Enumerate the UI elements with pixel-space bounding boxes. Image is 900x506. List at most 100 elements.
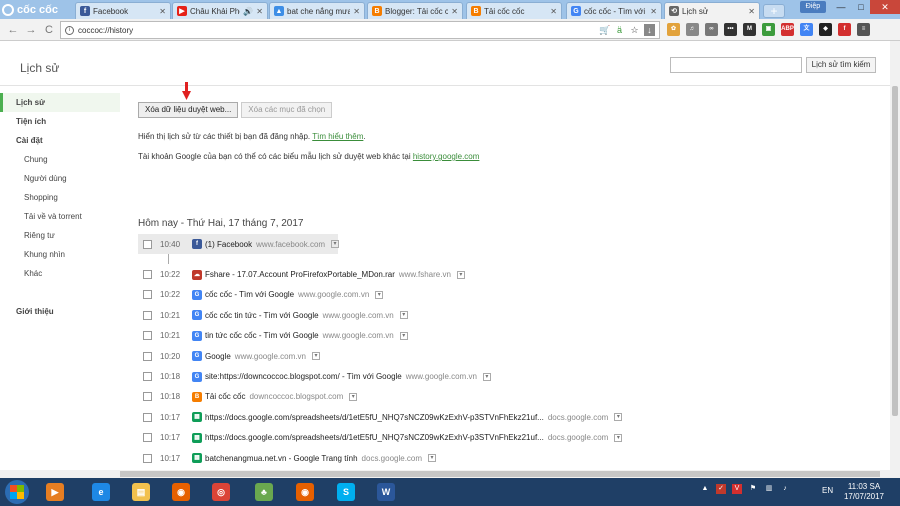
entry-menu-button[interactable]: ▾ — [482, 372, 491, 381]
new-tab-button[interactable]: + — [763, 4, 785, 18]
entry-checkbox[interactable] — [143, 239, 152, 249]
entry-menu-button[interactable]: ▾ — [399, 311, 408, 320]
word-app-icon[interactable]: W — [371, 480, 401, 504]
green-box-extension-icon[interactable]: ▣ — [762, 23, 775, 36]
media-player-app-icon[interactable]: ▶ — [40, 480, 70, 504]
reload-button[interactable]: C — [42, 23, 56, 37]
entry-title-link[interactable]: (1) Facebook — [205, 240, 252, 249]
history-entry[interactable]: 10:22 ☁ Fshare - 17.07.Account ProFirefoxP… — [138, 264, 878, 284]
tray-network-icon[interactable]: ▥ — [764, 484, 774, 494]
download-icon[interactable]: ↓ — [644, 24, 655, 36]
entry-checkbox[interactable] — [143, 453, 152, 463]
remove-selected-button[interactable]: Xóa các mục đã chọn — [241, 102, 333, 118]
coccoc-logo[interactable]: cốc cốc — [2, 2, 68, 17]
shopping-cart-icon[interactable]: 🛒 — [599, 24, 610, 36]
history-search-input[interactable] — [670, 57, 802, 73]
maximize-button[interactable]: □ — [850, 0, 872, 14]
sidebar-item-history[interactable]: Lịch sử — [0, 93, 120, 112]
tab-0[interactable]: f Facebook ✕ — [75, 2, 171, 19]
translate-icon[interactable]: ä — [614, 24, 625, 36]
entry-title-link[interactable]: site:https://downcoccoc.blogspot.com/ - … — [205, 372, 402, 381]
history-entry[interactable]: 10:17 ▦ https://docs.google.com/spreadshee… — [138, 428, 878, 448]
history-entry[interactable]: 10:21 Gcốc cốc tin tức - Tìm với Google ww… — [138, 305, 878, 325]
menu-extension-icon[interactable]: ≡ — [857, 23, 870, 36]
tray-flag-icon[interactable]: ⚑ — [748, 484, 758, 494]
entry-menu-button[interactable]: ▾ — [375, 290, 384, 299]
dots-extension-icon[interactable]: ••• — [724, 23, 737, 36]
minimize-button[interactable]: — — [830, 0, 852, 14]
entry-checkbox[interactable] — [143, 433, 152, 443]
vertical-scrollbar[interactable] — [890, 41, 900, 470]
tray-shield-icon[interactable]: ✓ — [716, 484, 726, 494]
facebook-extension-icon[interactable]: f — [838, 23, 851, 36]
tab-close-icon[interactable]: ✕ — [451, 7, 458, 16]
entry-title-link[interactable]: Google — [205, 352, 231, 361]
forward-button[interactable]: → — [24, 23, 38, 37]
entry-menu-button[interactable]: ▾ — [614, 433, 623, 442]
entry-menu-button[interactable]: ▾ — [456, 270, 465, 279]
tab-close-icon[interactable]: ✕ — [550, 7, 557, 16]
tab-close-icon[interactable]: ✕ — [256, 7, 263, 16]
skype-app-icon[interactable]: S — [331, 480, 361, 504]
user-profile-button[interactable]: Điệp — [800, 1, 826, 13]
page-info-icon[interactable]: i — [65, 25, 74, 35]
entry-checkbox[interactable] — [143, 331, 152, 341]
entry-title-link[interactable]: Fshare - 17.07.Account ProFirefoxPortabl… — [205, 270, 395, 279]
tab-close-icon[interactable]: ✕ — [159, 7, 166, 16]
history-entry[interactable]: 10:21 Gtin tức cốc cốc - Tìm với Google ww… — [138, 326, 878, 346]
entry-title-link[interactable]: cốc cốc - Tìm với Google — [205, 290, 294, 299]
sidebar-item-privacy[interactable]: Riêng tư — [0, 226, 120, 245]
sidebar-item-view[interactable]: Khung nhìn — [0, 245, 120, 264]
entry-menu-button[interactable]: ▾ — [399, 331, 408, 340]
entry-menu-button[interactable]: ▾ — [349, 392, 358, 401]
entry-menu-button[interactable]: ▾ — [331, 240, 340, 249]
history-entry[interactable]: 10:17 ▦ https://docs.google.com/spreadshee… — [138, 407, 878, 427]
history-entry[interactable]: 10:40 f (1) Facebook www.facebook.com ▾ — [138, 234, 340, 255]
firefox-app-icon[interactable]: ◉ — [166, 480, 196, 504]
sidebar-item-other[interactable]: Khác — [0, 264, 120, 283]
diamond-extension-icon[interactable]: ◆ — [819, 23, 832, 36]
language-indicator[interactable]: EN — [822, 486, 833, 495]
address-bar[interactable]: i coccoc://history 🛒 ä ☆ ↓ — [60, 21, 660, 39]
bell-extension-icon[interactable]: ♬ — [686, 23, 699, 36]
sidebar-item-users[interactable]: Người dùng — [0, 169, 120, 188]
tab-2[interactable]: ▲ bat che nắng mưa ✕ — [269, 2, 365, 19]
explorer-app-icon[interactable]: ▤ — [126, 480, 156, 504]
link-extension-icon[interactable]: ∞ — [705, 23, 718, 36]
gear-extension-icon[interactable]: ✿ — [667, 23, 680, 36]
entry-title-link[interactable]: cốc cốc tin tức - Tìm với Google — [205, 311, 319, 320]
entry-menu-button[interactable]: ▾ — [614, 413, 623, 422]
history-google-link[interactable]: history.google.com — [413, 152, 480, 161]
tab-close-icon[interactable]: ✕ — [353, 7, 360, 16]
back-button[interactable]: ← — [6, 23, 20, 37]
bookmark-star-icon[interactable]: ☆ — [629, 24, 640, 36]
history-entry[interactable]: 10:20 G Google www.google.com.vn ▾ — [138, 346, 878, 366]
entry-title-link[interactable]: https://docs.google.com/spreadsheets/d/1… — [205, 433, 544, 442]
entry-checkbox[interactable] — [143, 412, 152, 422]
entry-checkbox[interactable] — [143, 372, 152, 382]
entry-title-link[interactable]: batchenangmua.net.vn - Google Trang tính — [205, 454, 358, 463]
history-search-button[interactable]: Lịch sử tìm kiếm — [806, 57, 876, 73]
audio-icon[interactable]: 🔊 — [243, 7, 253, 16]
tray-arrow-icon[interactable]: ▲ — [700, 484, 710, 494]
entry-menu-button[interactable]: ▾ — [428, 454, 437, 463]
tab-5[interactable]: Gcốc cốc - Tìm với ✕ — [566, 2, 662, 19]
coccoc-app-icon[interactable]: ♣ — [249, 480, 279, 504]
tab-4[interactable]: B Tải cốc cốc ✕ — [466, 2, 562, 19]
tab-close-icon[interactable]: ✕ — [748, 7, 755, 16]
abp-extension-icon[interactable]: ABP — [781, 23, 794, 36]
entry-checkbox[interactable] — [143, 351, 152, 361]
entry-title-link[interactable]: Tải cốc cốc — [205, 392, 245, 401]
tab-1[interactable]: ▶Châu Khải Phong🔊✕ — [172, 2, 268, 19]
sidebar-item-shopping[interactable]: Shopping — [0, 188, 120, 207]
entry-checkbox[interactable] — [143, 392, 152, 402]
windows-start-button[interactable] — [5, 480, 29, 504]
history-entry[interactable]: 10:22 Gcốc cốc - Tìm với Google www.google… — [138, 285, 878, 305]
chrome-app-icon[interactable]: ◎ — [206, 480, 236, 504]
history-entry[interactable]: 10:18 B Tải cốc cốc downcoccoc.blogspot.com… — [138, 387, 878, 407]
ie-app-icon[interactable]: e — [86, 480, 116, 504]
taskbar-clock[interactable]: 11:03 SA 17/07/2017 — [840, 482, 888, 502]
tab-close-icon[interactable]: ✕ — [650, 7, 657, 16]
firefox2-app-icon[interactable]: ◉ — [290, 480, 320, 504]
entry-menu-button[interactable]: ▾ — [311, 352, 320, 361]
